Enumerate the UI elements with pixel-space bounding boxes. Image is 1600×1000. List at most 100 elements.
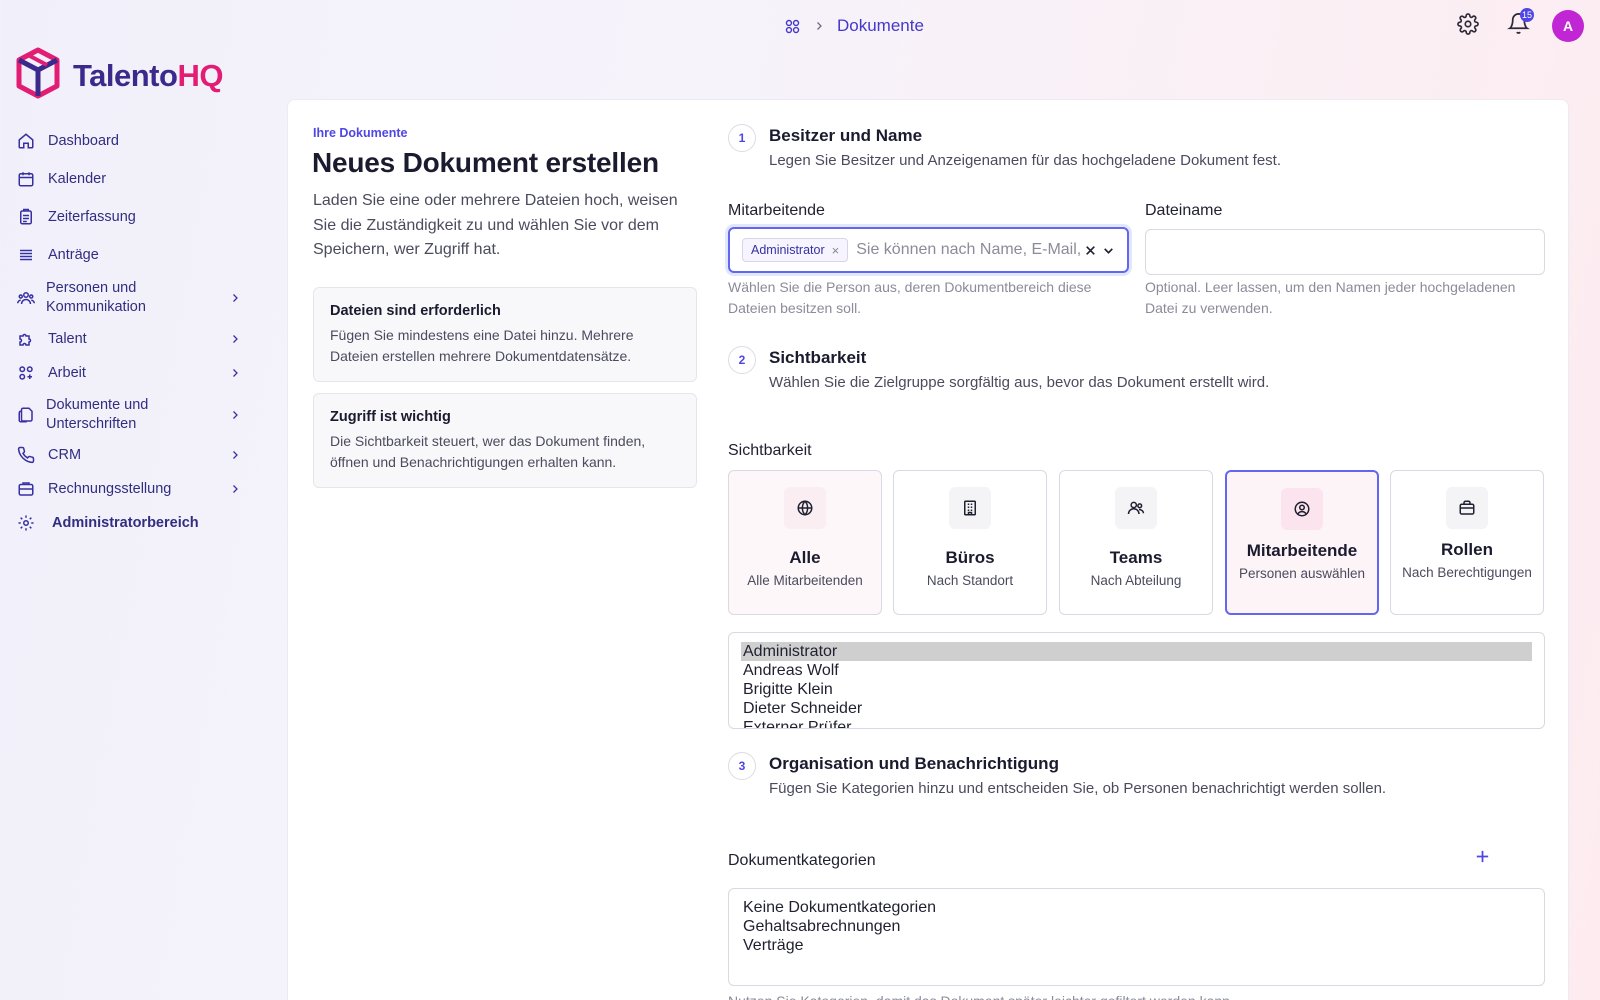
apps-grid-icon[interactable]: [783, 17, 801, 35]
sidebar-item-talent[interactable]: Talent: [16, 329, 242, 349]
categories-listbox[interactable]: Keine Dokumentkategorien Gehaltsabrechnu…: [728, 888, 1545, 986]
step-number: 3: [728, 752, 756, 780]
chevron-down-icon[interactable]: [1099, 241, 1117, 259]
visibility-option-title: Alle: [789, 548, 821, 567]
users-icon: [16, 288, 36, 308]
owner-search-input[interactable]: [856, 241, 1081, 259]
filename-input[interactable]: [1145, 229, 1545, 275]
category-option[interactable]: Gehaltsabrechnungen: [741, 917, 1532, 936]
clear-icon[interactable]: [1081, 241, 1099, 259]
sidebar-item-antraege[interactable]: Anträge: [16, 245, 242, 265]
cube-logo-icon: [15, 47, 61, 104]
page-title: Neues Dokument erstellen: [312, 147, 659, 178]
visibility-option-teams[interactable]: Teams Nach Abteilung: [1059, 470, 1213, 615]
step-title: Besitzer und Name: [769, 126, 923, 145]
category-option[interactable]: Keine Dokumentkategorien: [741, 898, 1532, 917]
info-box-title: Dateien sind erforderlich: [330, 303, 501, 319]
sidebar-item-rechnungsstellung[interactable]: Rechnungsstellung: [16, 479, 242, 499]
home-icon: [16, 131, 36, 151]
info-box-text: Die Sichtbarkeit steuert, wer das Dokume…: [330, 433, 646, 470]
sidebar-item-label: Kalender: [48, 170, 107, 187]
puzzle-icon: [16, 329, 36, 349]
sidebar-item-label: Anträge: [48, 246, 99, 263]
visibility-option-subtitle: Nach Abteilung: [1090, 573, 1182, 588]
top-actions: 15 A: [1434, 8, 1584, 42]
sidebar-item-zeiterfassung[interactable]: Zeiterfassung: [16, 207, 242, 227]
visibility-option-mitarbeitende[interactable]: Mitarbeitende Personen auswählen: [1225, 470, 1379, 615]
sidebar-item-label: Administratorbereich: [52, 514, 199, 531]
remove-chip-icon[interactable]: ×: [832, 243, 840, 258]
chevron-right-icon: [810, 17, 828, 35]
sidebar-item-label: Personen und Kommunikation: [46, 280, 146, 315]
sidebar-item-label: CRM: [48, 446, 82, 463]
step-number: 1: [728, 124, 756, 152]
timesheet-icon: [16, 207, 36, 227]
notification-count-badge: 15: [1519, 8, 1534, 22]
documents-icon: [16, 405, 36, 425]
sidebar-item-dashboard[interactable]: Dashboard: [16, 131, 242, 151]
step-description: Legen Sie Besitzer und Anzeigenamen für …: [769, 152, 1282, 169]
sidebar-item-crm[interactable]: CRM: [16, 445, 242, 465]
chevron-right-icon: [228, 408, 242, 422]
avatar[interactable]: A: [1552, 10, 1584, 42]
visibility-option-title: Rollen: [1441, 540, 1493, 559]
chevron-right-icon: [228, 482, 242, 496]
visibility-option-bueros[interactable]: Büros Nach Standort: [893, 470, 1047, 615]
invoice-icon: [16, 479, 36, 499]
step-description: Fügen Sie Kategorien hinzu und entscheid…: [769, 780, 1387, 797]
owner-label: Mitarbeitende: [728, 202, 825, 219]
notifications-button[interactable]: 15: [1502, 8, 1534, 42]
visibility-option-title: Büros: [945, 548, 995, 567]
sidebar-item-arbeit[interactable]: Arbeit: [16, 363, 242, 383]
visibility-option-subtitle: Alle Mitarbeitenden: [747, 573, 863, 588]
sidebar-item-kalender[interactable]: Kalender: [16, 169, 242, 189]
plus-icon: [1474, 848, 1491, 870]
visibility-option-rollen[interactable]: Rollen Nach Berechtigungen: [1390, 470, 1544, 615]
chevron-right-icon: [228, 366, 242, 380]
sidebar-item-personen-und-kommunikation[interactable]: Personen und Kommunikation: [16, 279, 242, 317]
people-option[interactable]: Externer Prüfer: [741, 718, 1532, 728]
page-eyebrow: Ihre Dokumente: [313, 126, 408, 140]
visibility-option-alle[interactable]: Alle Alle Mitarbeitenden: [728, 470, 882, 615]
selected-owner-chip: Administrator ×: [742, 238, 849, 262]
filename-help: Optional. Leer lassen, um den Namen jede…: [1145, 279, 1516, 316]
chevron-right-icon: [228, 448, 242, 462]
grid-icon: [16, 363, 36, 383]
visibility-label: Sichtbarkeit: [728, 442, 812, 459]
visibility-option-subtitle: Nach Berechtigungen: [1402, 565, 1532, 580]
categories-help: Nutzen Sie Kategorien, damit das Dokumen…: [728, 991, 1528, 1000]
add-category-button[interactable]: [1472, 849, 1492, 869]
people-listbox[interactable]: Administrator Andreas Wolf Brigitte Klei…: [728, 632, 1545, 729]
brand-logo[interactable]: TalentoHQ: [15, 47, 223, 104]
step-title: Organisation und Benachrichtigung: [769, 754, 1059, 773]
sidebar-item-label: Zeiterfassung: [48, 208, 136, 225]
gear-icon: [16, 513, 36, 533]
info-box-files-required: Dateien sind erforderlich Fügen Sie mind…: [313, 287, 697, 382]
people-option[interactable]: Dieter Schneider: [741, 699, 1532, 718]
info-box-access-important: Zugriff ist wichtig Die Sichtbarkeit ste…: [313, 393, 697, 488]
page-intro: Laden Sie eine oder mehrere Dateien hoch…: [313, 192, 678, 258]
sidebar-item-dokumente-und-unterschriften[interactable]: Dokumente und Unterschriften: [16, 396, 242, 434]
settings-button[interactable]: [1452, 10, 1484, 42]
breadcrumb: Dokumente: [783, 16, 924, 36]
chip-label: Administrator: [751, 243, 825, 257]
building-icon: [949, 487, 991, 529]
people-option[interactable]: Brigitte Klein: [741, 680, 1532, 699]
sidebar-item-label: Dokumente und Unterschriften: [46, 397, 149, 432]
info-box-title: Zugriff ist wichtig: [330, 409, 451, 425]
visibility-option-subtitle: Nach Standort: [926, 573, 1014, 588]
filename-label: Dateiname: [1145, 202, 1223, 219]
visibility-option-subtitle: Personen auswählen: [1238, 566, 1366, 581]
sidebar-item-label: Arbeit: [48, 364, 86, 381]
briefcase-icon: [1446, 487, 1488, 529]
category-option[interactable]: Verträge: [741, 936, 1532, 955]
categories-label: Dokumentkategorien: [728, 852, 876, 869]
brand-name: TalentoHQ: [73, 57, 223, 93]
calendar-icon: [16, 169, 36, 189]
info-box-text: Fügen Sie mindestens eine Datei hinzu. M…: [330, 327, 634, 364]
people-option[interactable]: Administrator: [741, 642, 1532, 661]
sidebar-item-administratorbereich[interactable]: Administratorbereich: [16, 513, 242, 533]
owner-multiselect[interactable]: Administrator ×: [728, 227, 1129, 273]
chevron-right-icon: [228, 291, 242, 305]
people-option[interactable]: Andreas Wolf: [741, 661, 1532, 680]
